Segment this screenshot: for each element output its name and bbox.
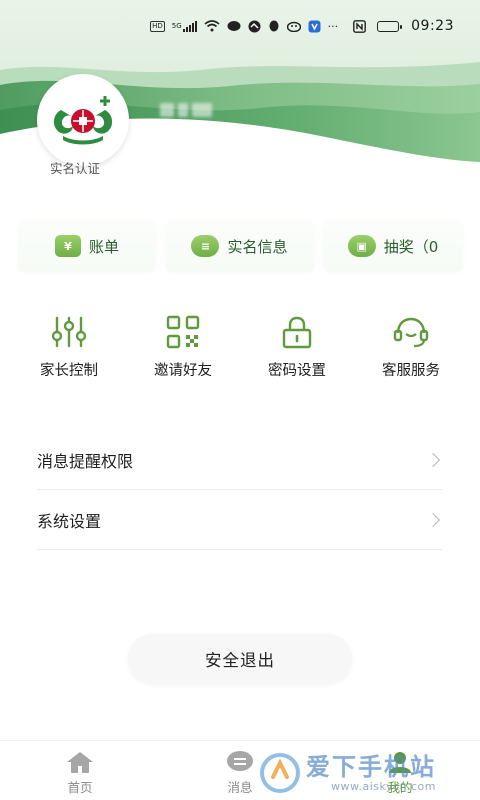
realname-info-label: 实名信息 bbox=[227, 237, 288, 256]
status-bar: HD 5G ··· 09:23 bbox=[0, 0, 480, 52]
bill-icon: ¥ bbox=[54, 235, 81, 257]
qr-code-icon bbox=[163, 314, 203, 350]
bottom-nav: 首页 消息 我的 bbox=[0, 740, 480, 800]
clock: 09:23 bbox=[411, 18, 454, 34]
invite-friends-button[interactable]: 邀请好友 bbox=[126, 314, 240, 384]
battery-icon bbox=[377, 20, 403, 32]
chevron-right-icon bbox=[425, 452, 441, 467]
app-icon bbox=[248, 20, 261, 33]
headset-icon bbox=[391, 314, 431, 350]
logout-button[interactable]: 安全退出 bbox=[128, 634, 352, 684]
lottery-label: 抽奖（0 bbox=[383, 237, 439, 256]
settings-list: 消息提醒权限 系统设置 bbox=[37, 430, 442, 550]
nav-item-home[interactable]: 首页 bbox=[0, 741, 160, 800]
profile-header: HD 5G ··· 09:23 实名认证 bbox=[0, 0, 480, 190]
signal-icon: 5G bbox=[171, 20, 197, 32]
system-settings-label: 系统设置 bbox=[37, 511, 102, 531]
username-masked bbox=[160, 100, 222, 120]
customer-service-button[interactable]: 客服服务 bbox=[354, 314, 468, 384]
qq-icon bbox=[268, 20, 280, 33]
notification-permission-label: 消息提醒权限 bbox=[37, 451, 134, 471]
app-icon bbox=[308, 20, 321, 33]
home-icon bbox=[67, 752, 93, 773]
chevron-right-icon bbox=[425, 512, 441, 527]
id-card-icon: ≡ bbox=[191, 235, 220, 257]
avatar[interactable] bbox=[37, 74, 129, 166]
password-settings-button[interactable]: 密码设置 bbox=[240, 314, 354, 384]
wechat-icon bbox=[227, 20, 241, 32]
quick-actions: 家长控制 邀请好友 密码设置 客服服务 bbox=[0, 314, 480, 384]
app-icon bbox=[286, 20, 301, 32]
nav-label-messages: 消息 bbox=[227, 780, 253, 795]
wifi-icon bbox=[204, 20, 220, 32]
bill-label: 账单 bbox=[88, 237, 119, 256]
password-settings-label: 密码设置 bbox=[268, 363, 326, 379]
more-dots: ··· bbox=[327, 19, 339, 33]
summary-cards: ¥ 账单 ≡ 实名信息 ▣ 抽奖（0 bbox=[18, 220, 463, 272]
nav-item-profile[interactable]: 我的 bbox=[320, 741, 480, 800]
list-item-system-settings[interactable]: 系统设置 bbox=[37, 490, 442, 550]
lottery-card[interactable]: ▣ 抽奖（0 bbox=[323, 220, 463, 272]
bank-logo-icon bbox=[53, 96, 113, 145]
hd-badge: HD bbox=[150, 20, 165, 32]
realname-verify-label[interactable]: 实名认证 bbox=[50, 158, 100, 177]
nav-item-messages[interactable]: 消息 bbox=[160, 741, 320, 800]
nfc-icon bbox=[353, 19, 367, 33]
nav-label-profile: 我的 bbox=[387, 780, 413, 795]
gift-icon: ▣ bbox=[347, 235, 376, 257]
message-icon bbox=[227, 751, 253, 771]
network-type: 5G bbox=[171, 22, 182, 30]
nav-label-home: 首页 bbox=[67, 780, 93, 795]
bill-card[interactable]: ¥ 账单 bbox=[18, 220, 156, 272]
sliders-icon bbox=[49, 314, 89, 350]
invite-friends-label: 邀请好友 bbox=[154, 363, 212, 379]
parental-control-label: 家长控制 bbox=[40, 363, 98, 379]
parental-control-button[interactable]: 家长控制 bbox=[12, 314, 126, 384]
status-icons: HD 5G ··· bbox=[150, 19, 403, 33]
realname-info-card[interactable]: ≡ 实名信息 bbox=[164, 220, 315, 272]
list-item-notification-permission[interactable]: 消息提醒权限 bbox=[37, 430, 442, 490]
lock-icon bbox=[277, 314, 317, 350]
customer-service-label: 客服服务 bbox=[382, 363, 440, 379]
profile-icon bbox=[389, 752, 411, 773]
